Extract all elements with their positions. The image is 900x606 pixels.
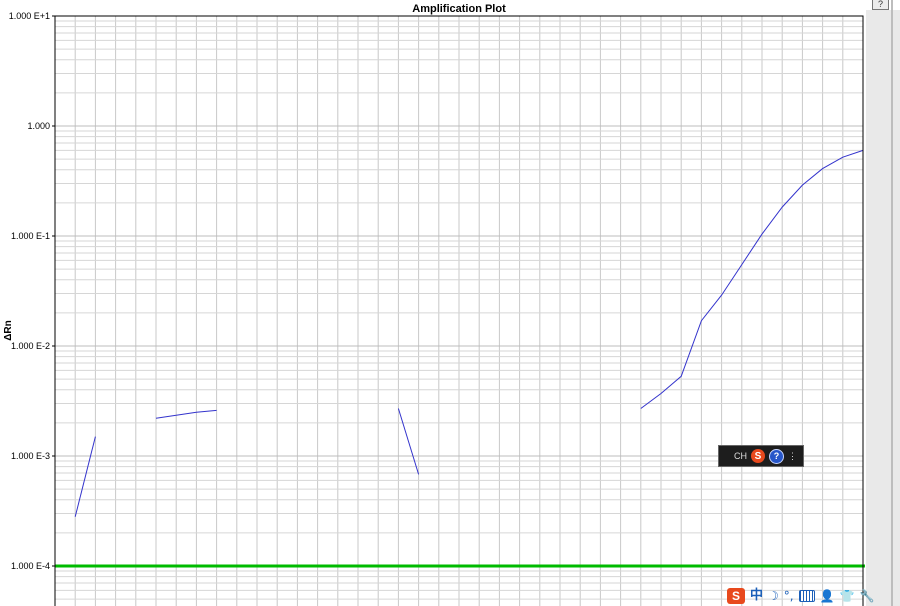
user-icon[interactable]: 👤 [820,589,835,603]
ime-help-icon[interactable]: ? [769,448,784,464]
moon-icon[interactable]: ☽ [768,589,779,603]
y-tick-label: 1.000 [27,121,50,131]
help-button[interactable]: ? [872,0,889,10]
sogou-logo-icon[interactable]: S [727,588,745,604]
ime-language-label[interactable]: CH [734,451,747,461]
ime-status-bar: S 中 ☽ °, 👤 👕 🔧 [727,586,887,606]
y-axis-ticks: 1.000 E+1 1.000 1.000 E-1 1.000 E-2 1.000 E-… [9,11,55,571]
side-panel [866,10,900,606]
wrench-icon[interactable]: 🔧 [860,589,875,603]
keyboard-icon[interactable] [798,590,815,602]
window-border [891,0,893,606]
skin-icon[interactable]: 👕 [840,589,855,603]
amplification-curve[interactable] [74,436,96,517]
y-tick-label: 1.000 E+1 [9,11,50,21]
ime-toolbar[interactable]: CH S ? ⋮ [718,445,804,467]
y-tick-label: 1.000 E-2 [11,341,50,351]
amplification-curve[interactable] [397,408,420,475]
sogou-icon[interactable]: S [751,449,765,463]
ime-more-icon[interactable]: ⋮ [788,452,797,461]
amplification-plot-window: Amplification Plot 1.000 E+1 1.000 1.000 E… [0,0,900,606]
chinese-mode-icon[interactable]: 中 [750,589,763,603]
y-axis-label: ΔRn [2,320,14,341]
amplification-curve[interactable] [155,409,217,419]
y-tick-label: 1.000 E-4 [11,561,50,571]
amplification-plot: 1.000 E+1 1.000 1.000 E-1 1.000 E-2 1.000 E-… [9,11,865,606]
y-tick-label: 1.000 E-1 [11,231,50,241]
punctuation-icon[interactable]: °, [784,589,794,603]
y-tick-label: 1.000 E-3 [11,451,50,461]
plot-grid [54,15,864,606]
